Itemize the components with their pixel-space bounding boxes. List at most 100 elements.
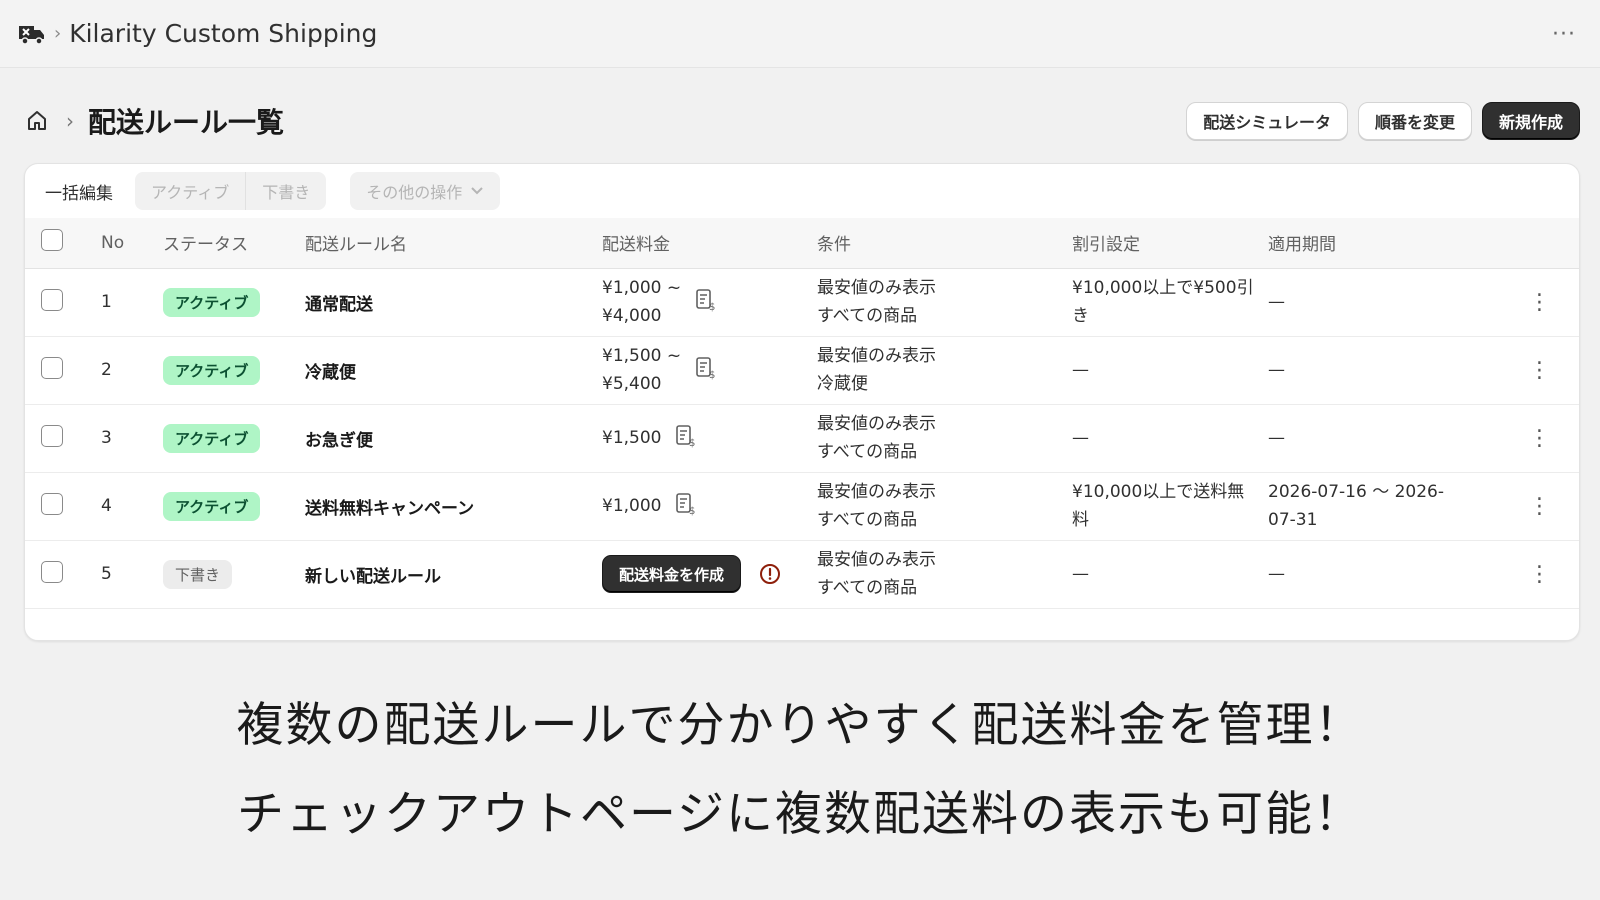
rule-name[interactable]: お急ぎ便 [305,404,602,472]
breadcrumb-chevron-icon: › [66,109,74,133]
condition-line2: すべての商品 [817,578,918,598]
header-fee[interactable]: 配送料金 [602,218,817,269]
table-row[interactable]: 3 アクティブ お急ぎ便 ¥1,500 $ 最安値のみ表示 すべての商品 — —… [25,404,1579,472]
page-title: 配送ルール一覧 [88,106,285,139]
header-discount[interactable]: 割引設定 [1072,218,1268,269]
bulk-draft-button[interactable]: 下書き [245,172,326,210]
reorder-button[interactable]: 順番を変更 [1357,102,1472,140]
fee-line1: ¥1,000 [602,496,662,516]
row-checkbox[interactable] [41,288,63,311]
rules-table: No ステータス 配送ルール名 配送料金 条件 割引設定 適用期間 1 アクティ… [25,218,1579,609]
condition-line2: すべての商品 [817,510,918,530]
header-actions [1500,218,1579,269]
create-new-button[interactable]: 新規作成 [1481,102,1580,140]
fee-table-icon[interactable]: $ [675,492,697,521]
fee-line1: ¥1,000 ~ [602,278,682,298]
svg-text:$: $ [709,302,715,312]
discount-line1: — [1072,564,1089,584]
table-header-row: No ステータス 配送ルール名 配送料金 条件 割引設定 適用期間 [25,218,1579,269]
condition-line2: 冷蔵便 [817,374,868,394]
table-row[interactable]: 5 下書き 新しい配送ルール 配送料金を作成 最安値のみ表示 すべての商品 — … [25,540,1579,608]
header-period[interactable]: 適用期間 [1268,218,1500,269]
fee-table-icon[interactable]: $ [675,424,697,453]
condition-line2: すべての商品 [817,306,918,326]
condition-line2: すべての商品 [817,442,918,462]
rule-name[interactable]: 冷蔵便 [305,336,602,404]
discount-line1: — [1072,428,1089,448]
breadcrumb-chevron-icon: › [54,23,62,44]
bulk-edit-label[interactable]: 一括編集 [45,179,113,204]
more-actions-label: その他の操作 [366,183,463,202]
row-menu-icon[interactable]: ⋮ [1500,404,1579,472]
page-header: › 配送ルール一覧 配送シミュレータ 順番を変更 新規作成 [24,100,1580,142]
status-badge: アクティブ [163,287,261,317]
discount-line1: ¥10,000以上で¥500引 [1072,278,1254,298]
promo-headline-1: 複数の配送ルールで分かりやすく配送料金を管理！ [236,698,1364,753]
row-checkbox[interactable] [41,424,63,447]
row-menu-icon[interactable]: ⋮ [1500,268,1579,336]
row-no: 3 [101,428,112,448]
period-line1: — [1268,292,1285,312]
more-options-icon[interactable]: ··· [1552,22,1576,47]
shipping-simulator-button[interactable]: 配送シミュレータ [1186,102,1348,140]
svg-text:$: $ [709,370,715,380]
bulk-actions-bar: 一括編集 アクティブ 下書き その他の操作 [25,164,1579,218]
row-checkbox[interactable] [41,356,63,379]
period-line1: 2026-07-16 〜 2026- [1268,482,1445,502]
fee-line2: ¥5,400 [602,374,662,394]
app-bar: › Kilarity Custom Shipping ··· [0,0,1600,68]
discount-line2: き [1072,306,1089,326]
table-row[interactable]: 4 アクティブ 送料無料キャンペーン ¥1,000 $ 最安値のみ表示 すべての… [25,472,1579,540]
condition-line1: 最安値のみ表示 [817,278,936,298]
rules-card: 一括編集 アクティブ 下書き その他の操作 No ステータス 配送ルール名 配送… [24,163,1580,641]
create-fee-button[interactable]: 配送料金を作成 [602,555,742,593]
header-no[interactable]: No [101,218,163,269]
header-name[interactable]: 配送ルール名 [305,218,602,269]
table-row[interactable]: 2 アクティブ 冷蔵便 ¥1,500 ~ ¥5,400 $ 最安値のみ表示 冷蔵… [25,336,1579,404]
row-no: 4 [101,496,112,516]
header-status[interactable]: ステータス [163,218,305,269]
fee-table-icon[interactable]: $ [695,288,717,317]
row-menu-icon[interactable]: ⋮ [1500,336,1579,404]
page-actions: 配送シミュレータ 順番を変更 新規作成 [1186,102,1580,140]
rule-name[interactable]: 新しい配送ルール [305,540,602,608]
rule-name[interactable]: 送料無料キャンペーン [305,472,602,540]
status-badge: 下書き [163,559,233,589]
status-badge: アクティブ [163,491,261,521]
more-actions-dropdown[interactable]: その他の操作 [350,172,501,210]
row-menu-icon[interactable]: ⋮ [1500,472,1579,540]
row-checkbox[interactable] [41,560,63,583]
chevron-down-icon [471,187,483,195]
condition-line1: 最安値のみ表示 [817,482,936,502]
warning-icon [759,563,781,585]
row-checkbox[interactable] [41,492,63,515]
svg-text:$: $ [689,506,695,516]
row-menu-icon[interactable]: ⋮ [1500,540,1579,608]
promo-headline-2: チェックアウトページに複数配送料の表示も可能！ [236,787,1364,842]
condition-line1: 最安値のみ表示 [817,550,936,570]
rule-name[interactable]: 通常配送 [305,268,602,336]
fee-table-icon[interactable]: $ [695,356,717,385]
period-line1: — [1268,360,1285,380]
app-name[interactable]: Kilarity Custom Shipping [69,19,377,48]
select-all-checkbox[interactable] [41,229,63,252]
discount-line2: 料 [1072,510,1089,530]
table-row[interactable]: 1 アクティブ 通常配送 ¥1,000 ~ ¥4,000 $ 最安値のみ表示 す… [25,268,1579,336]
row-no: 1 [101,292,112,312]
period-line1: — [1268,428,1285,448]
period-line1: — [1268,564,1285,584]
bulk-activate-button[interactable]: アクティブ [135,172,245,210]
condition-line1: 最安値のみ表示 [817,414,936,434]
status-badge: アクティブ [163,355,261,385]
row-no: 2 [101,360,112,380]
status-segment: アクティブ 下書き [135,172,327,210]
svg-text:$: $ [689,438,695,448]
delivery-truck-icon[interactable] [18,20,46,48]
home-icon[interactable] [24,108,50,134]
fee-line2: ¥4,000 [602,306,662,326]
fee-line1: ¥1,500 [602,428,662,448]
fee-line1: ¥1,500 ~ [602,346,682,366]
row-no: 5 [101,564,112,584]
header-condition[interactable]: 条件 [817,218,1072,269]
condition-line1: 最安値のみ表示 [817,346,936,366]
